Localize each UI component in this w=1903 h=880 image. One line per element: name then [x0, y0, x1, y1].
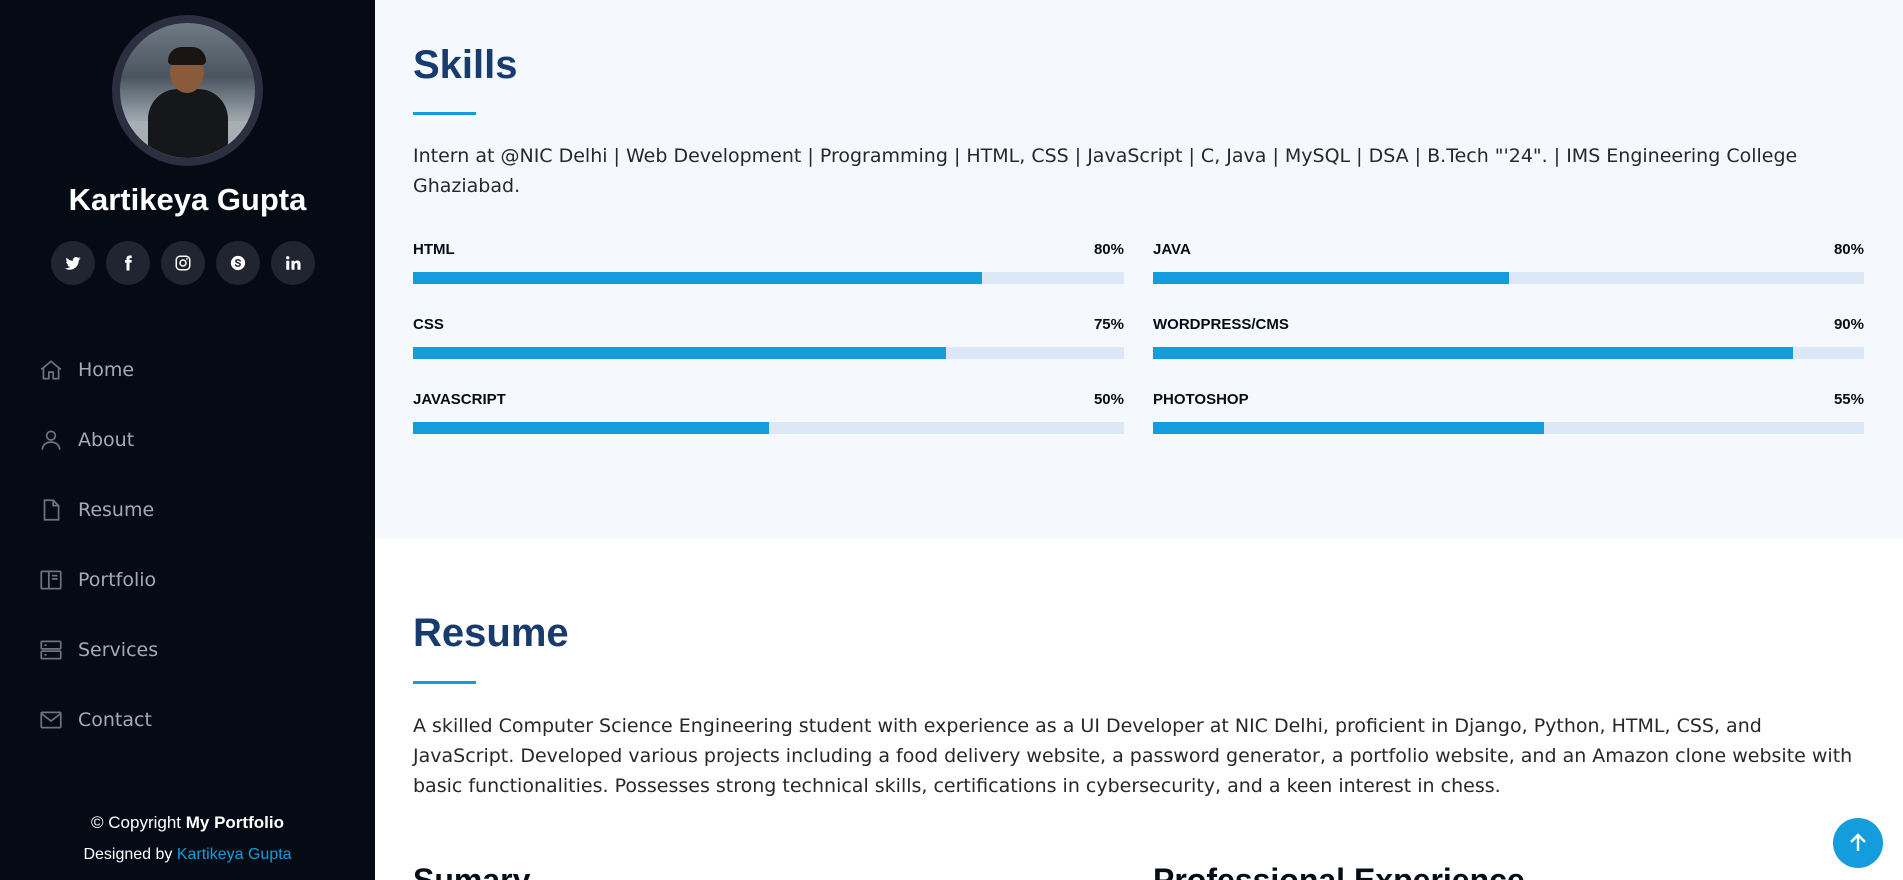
credits-prefix: Designed by: [83, 846, 177, 863]
twitter-link[interactable]: [51, 241, 95, 285]
skill-name: WORDPRESS/CMS: [1153, 316, 1289, 333]
experience-title: Professional Experience: [1153, 862, 1525, 880]
skill-bar: PHOTOSHOP 55%: [1153, 391, 1864, 434]
skill-track: [413, 272, 1124, 284]
nav-item-portfolio[interactable]: Portfolio: [38, 545, 158, 615]
skill-bar: HTML 80%: [413, 241, 1124, 284]
title-underline: [413, 112, 476, 115]
skill-fill: [413, 422, 769, 434]
nav-item-label: Home: [78, 359, 135, 381]
skill-bar: JAVA 80%: [1153, 241, 1864, 284]
skill-track: [1153, 347, 1864, 359]
nav-item-home[interactable]: Home: [38, 335, 158, 405]
skill-name: JAVASCRIPT: [413, 391, 506, 408]
twitter-icon: [64, 256, 81, 270]
copyright: © Copyright My Portfolio: [0, 813, 375, 833]
server-icon: [38, 637, 78, 663]
skill-name: JAVA: [1153, 241, 1191, 258]
nav-item-about[interactable]: About: [38, 405, 158, 475]
skill-value: 90%: [1833, 316, 1864, 333]
facebook-link[interactable]: [106, 241, 150, 285]
section-title: Resume: [413, 611, 569, 655]
skill-fill: [1153, 347, 1793, 359]
skills-description: Intern at @NIC Delhi | Web Development |…: [413, 145, 1798, 197]
skills-section: Skills Intern at @NIC Delhi | Web Develo…: [375, 0, 1903, 538]
linkedin-icon: [286, 256, 301, 270]
person-icon: [38, 427, 78, 453]
nav-item-resume[interactable]: Resume: [38, 475, 158, 545]
skill-value: 50%: [1093, 391, 1124, 408]
file-icon: [38, 497, 78, 523]
title-underline: [413, 681, 476, 684]
skill-track: [413, 347, 1124, 359]
nav-item-label: Portfolio: [78, 569, 157, 591]
nav-item-label: Resume: [78, 499, 155, 521]
house-icon: [38, 357, 78, 383]
skype-link[interactable]: [216, 241, 260, 285]
social-links: [51, 241, 315, 285]
skill-fill: [1153, 422, 1545, 434]
resume-description: A skilled Computer Science Engineering s…: [413, 715, 1853, 797]
profile-name[interactable]: Kartikeya Gupta: [0, 182, 375, 218]
resume-section: Resume A skilled Computer Science Engine…: [375, 538, 1903, 880]
book-icon: [38, 567, 78, 593]
main-nav: Home About Resume Portfolio Services Con…: [38, 335, 158, 755]
nav-item-contact[interactable]: Contact: [38, 685, 158, 755]
skill-name: PHOTOSHOP: [1153, 391, 1249, 408]
skill-bar: JAVASCRIPT 50%: [413, 391, 1124, 434]
nav-item-services[interactable]: Services: [38, 615, 158, 685]
skill-bar: WORDPRESS/CMS 90%: [1153, 316, 1864, 359]
skill-track: [1153, 422, 1864, 434]
envelope-icon: [38, 707, 78, 733]
instagram-link[interactable]: [161, 241, 205, 285]
skill-track: [1153, 272, 1864, 284]
skill-value: 80%: [1833, 241, 1864, 258]
skill-value: 55%: [1833, 391, 1864, 408]
profile-photo: [120, 23, 255, 158]
facebook-icon: [125, 255, 132, 271]
skype-icon: [230, 255, 246, 271]
skill-value: 80%: [1093, 241, 1124, 258]
nav-item-label: Contact: [78, 709, 152, 731]
skill-bar: CSS 75%: [413, 316, 1124, 359]
nav-item-label: Services: [78, 639, 159, 661]
copyright-site: My Portfolio: [185, 813, 284, 832]
credits: Designed by Kartikeya Gupta: [0, 846, 375, 864]
skill-name: HTML: [413, 241, 455, 258]
sidebar: Kartikeya Gupta Home About Resume Portfo…: [0, 0, 375, 880]
back-to-top-button[interactable]: [1833, 818, 1883, 868]
summary-title: Sumary: [413, 862, 531, 880]
skill-fill: [413, 272, 982, 284]
skill-fill: [413, 347, 947, 359]
credits-link[interactable]: Kartikeya Gupta: [177, 846, 292, 863]
arrow-up-icon: [1850, 833, 1866, 851]
linkedin-link[interactable]: [271, 241, 315, 285]
skill-value: 75%: [1093, 316, 1124, 333]
copyright-prefix: © Copyright: [91, 813, 186, 832]
avatar: [112, 15, 263, 166]
nav-item-label: About: [78, 429, 135, 451]
skill-track: [413, 422, 1124, 434]
skill-name: CSS: [413, 316, 444, 333]
instagram-icon: [175, 255, 191, 271]
section-title: Skills: [413, 43, 518, 87]
skill-fill: [1153, 272, 1509, 284]
